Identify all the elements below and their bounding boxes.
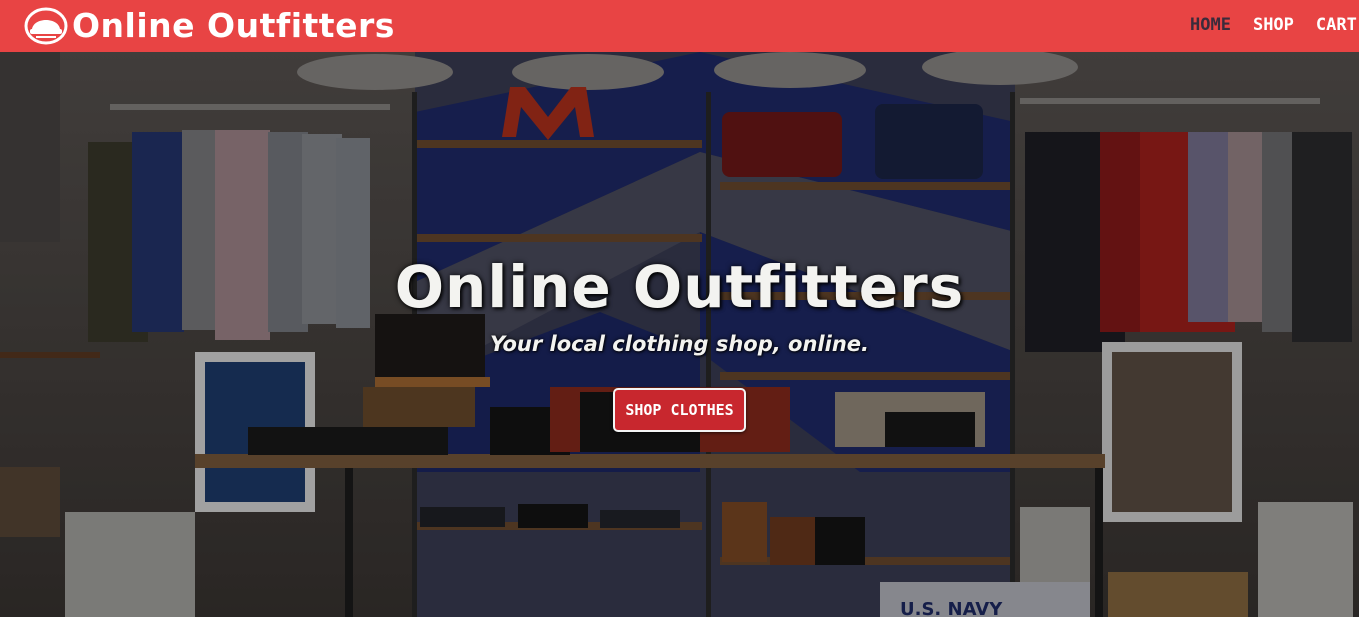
nav-links: HOME SHOP CART bbox=[1190, 14, 1359, 36]
nav-link-shop[interactable]: SHOP bbox=[1253, 14, 1294, 36]
navbar: Online Outfitters HOME SHOP CART bbox=[0, 0, 1359, 52]
hero-content: Online Outfitters Your local clothing sh… bbox=[0, 252, 1359, 432]
hero-section: U.S. NAVY Online Outfitters Your local c… bbox=[0, 52, 1359, 617]
shop-clothes-button[interactable]: SHOP CLOTHES bbox=[613, 388, 746, 432]
brand-name: Online Outfitters bbox=[72, 6, 395, 45]
nav-link-home[interactable]: HOME bbox=[1190, 14, 1231, 36]
nav-link-cart[interactable]: CART bbox=[1316, 14, 1357, 36]
brand-link[interactable]: Online Outfitters bbox=[24, 6, 395, 46]
hero-tagline: Your local clothing shop, online. bbox=[490, 332, 869, 356]
hero-title: Online Outfitters bbox=[394, 253, 965, 321]
hat-logo-icon bbox=[24, 7, 68, 45]
